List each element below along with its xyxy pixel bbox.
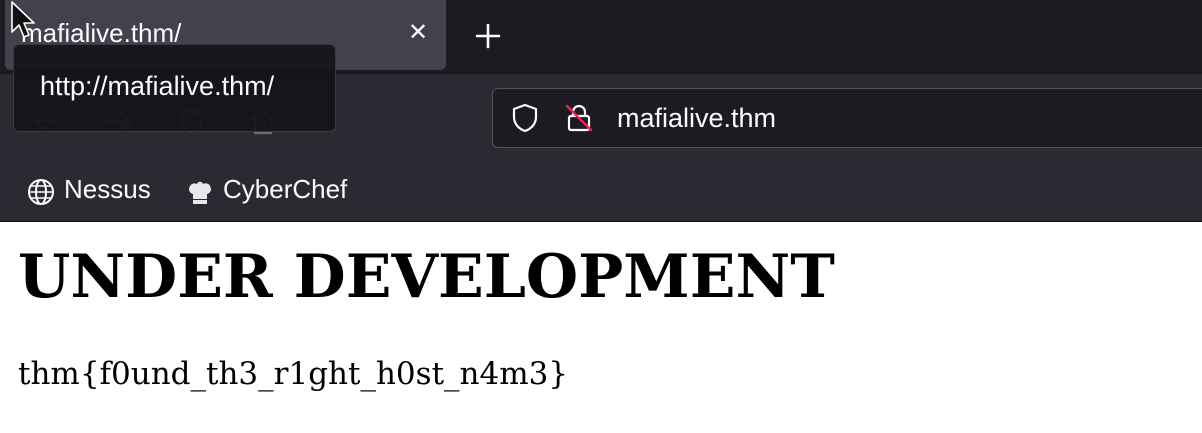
url-text[interactable]: mafialive.thm [617, 103, 776, 134]
url-bar[interactable]: mafialive.thm [492, 88, 1202, 148]
shield-icon[interactable] [509, 102, 541, 134]
page-content: UNDER DEVELOPMENT thm{f0und_th3_r1ght_h0… [0, 222, 1202, 433]
close-icon[interactable]: ✕ [403, 18, 433, 48]
globe-icon [28, 179, 54, 205]
flag-text: thm{f0und_th3_r1ght_h0st_n4m3} [18, 356, 569, 392]
bookmark-label: CyberChef [223, 174, 348, 204]
plus-icon[interactable] [470, 18, 506, 54]
bookmark-cyberchef[interactable]: CyberChef [185, 174, 365, 206]
bookmark-label: Nessus [64, 174, 151, 204]
bookmarks-toolbar: Nessus CyberChef [0, 160, 1202, 222]
url-tooltip: http://mafialive.thm/ [13, 44, 336, 132]
bookmark-nessus[interactable]: Nessus [26, 174, 166, 206]
tooltip-text: http://mafialive.thm/ [40, 71, 275, 101]
chef-hat-icon [189, 181, 211, 204]
insecure-lock-icon[interactable] [563, 102, 595, 134]
page-heading: UNDER DEVELOPMENT [18, 242, 835, 312]
cursor-icon [11, 1, 35, 38]
